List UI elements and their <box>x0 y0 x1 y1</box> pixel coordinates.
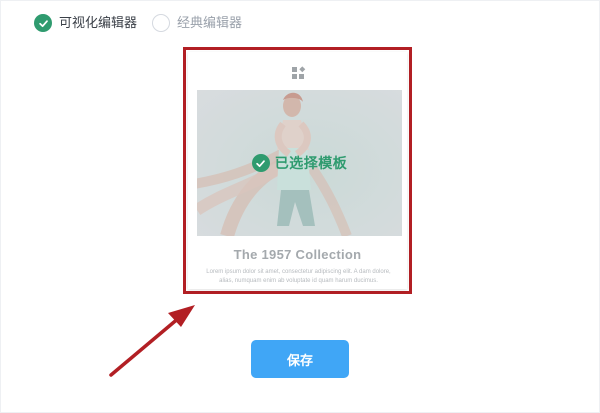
save-button[interactable]: 保存 <box>251 340 349 378</box>
